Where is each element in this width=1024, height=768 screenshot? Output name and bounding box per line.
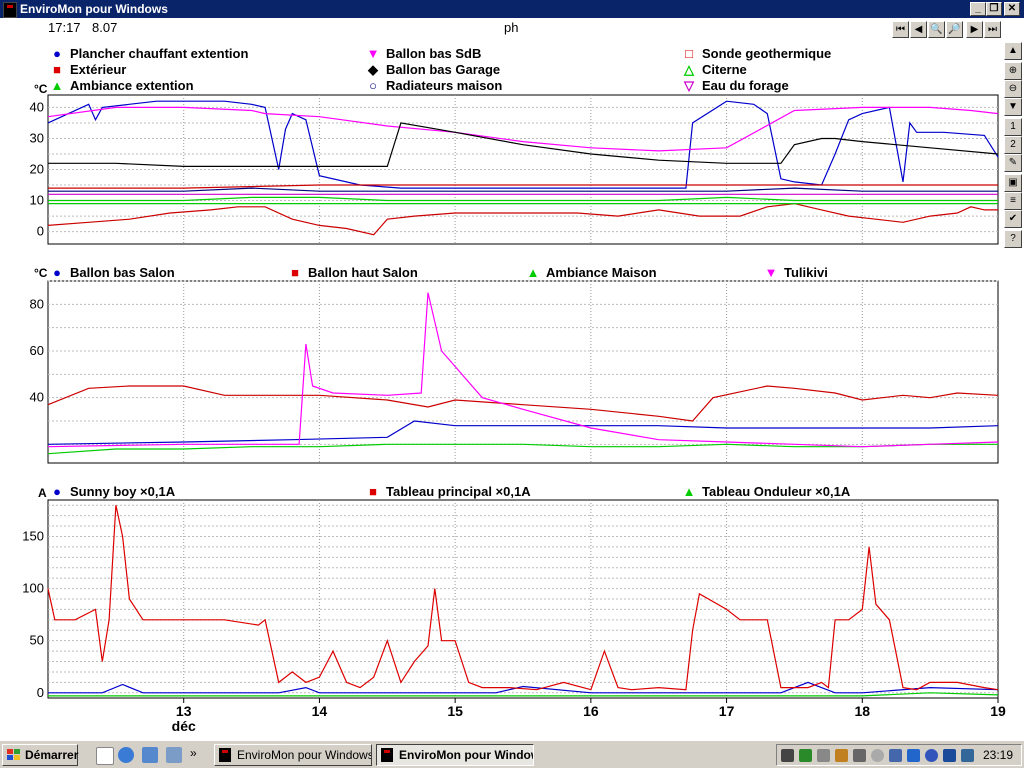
y-tick-label: 20 bbox=[30, 162, 44, 177]
x-month-label: déc bbox=[172, 718, 196, 734]
taskbar: Démarrer » EnviroMon pour Windows Enviro… bbox=[0, 740, 1024, 768]
desktop-icon[interactable] bbox=[96, 747, 114, 765]
facebook-icon[interactable] bbox=[943, 749, 956, 762]
y-tick-label: 40 bbox=[30, 99, 44, 114]
tray-icon[interactable] bbox=[871, 749, 884, 762]
y-tick-label: 30 bbox=[30, 130, 44, 145]
y-tick-label: 10 bbox=[30, 193, 44, 208]
y-tick-label: 40 bbox=[30, 390, 44, 405]
tray-icon[interactable] bbox=[835, 749, 848, 762]
outlook-icon[interactable] bbox=[142, 747, 158, 763]
y-tick-label: 80 bbox=[30, 296, 44, 311]
tray-icon[interactable] bbox=[817, 749, 830, 762]
y-tick-label: 60 bbox=[30, 343, 44, 358]
x-tick-label: 19 bbox=[990, 703, 1006, 719]
x-tick-label: 17 bbox=[719, 703, 735, 719]
tray-icon[interactable] bbox=[961, 749, 974, 762]
ie-icon[interactable] bbox=[118, 747, 134, 763]
plot-frame bbox=[47, 280, 999, 464]
x-tick-label: 15 bbox=[447, 703, 463, 719]
y-tick-label: 150 bbox=[22, 528, 44, 543]
system-tray: 23:19 bbox=[776, 744, 1022, 766]
x-tick-label: 14 bbox=[312, 703, 328, 719]
y-tick-label: 0 bbox=[37, 224, 44, 239]
x-tick-label: 18 bbox=[854, 703, 870, 719]
windows-flag-icon bbox=[7, 749, 20, 760]
tray-icon[interactable] bbox=[799, 749, 812, 762]
more-icon[interactable]: » bbox=[190, 746, 197, 760]
tray-icon[interactable] bbox=[781, 749, 794, 762]
search-icon[interactable] bbox=[907, 749, 920, 762]
y-tick-label: 0 bbox=[37, 685, 44, 700]
y-tick-label: 50 bbox=[30, 633, 44, 648]
tray-icon[interactable] bbox=[925, 749, 938, 762]
x-tick-label: 13 bbox=[176, 703, 192, 719]
taskbar-window-2[interactable]: EnviroMon pour Windows bbox=[376, 744, 534, 766]
y-tick-label: 100 bbox=[22, 581, 44, 596]
start-button[interactable]: Démarrer bbox=[2, 744, 78, 766]
x-tick-label: 16 bbox=[583, 703, 599, 719]
taskbar-window-1[interactable]: EnviroMon pour Windows bbox=[214, 744, 372, 766]
explorer-icon[interactable] bbox=[166, 747, 182, 763]
volume-icon[interactable] bbox=[853, 749, 866, 762]
plot-frame bbox=[47, 499, 999, 699]
chart-area[interactable]: 40302010080604015010050013 14 15 16 17 18 19dé… bbox=[0, 0, 1024, 740]
tray-icon[interactable] bbox=[889, 749, 902, 762]
taskbar-clock: 23:19 bbox=[982, 748, 1013, 762]
